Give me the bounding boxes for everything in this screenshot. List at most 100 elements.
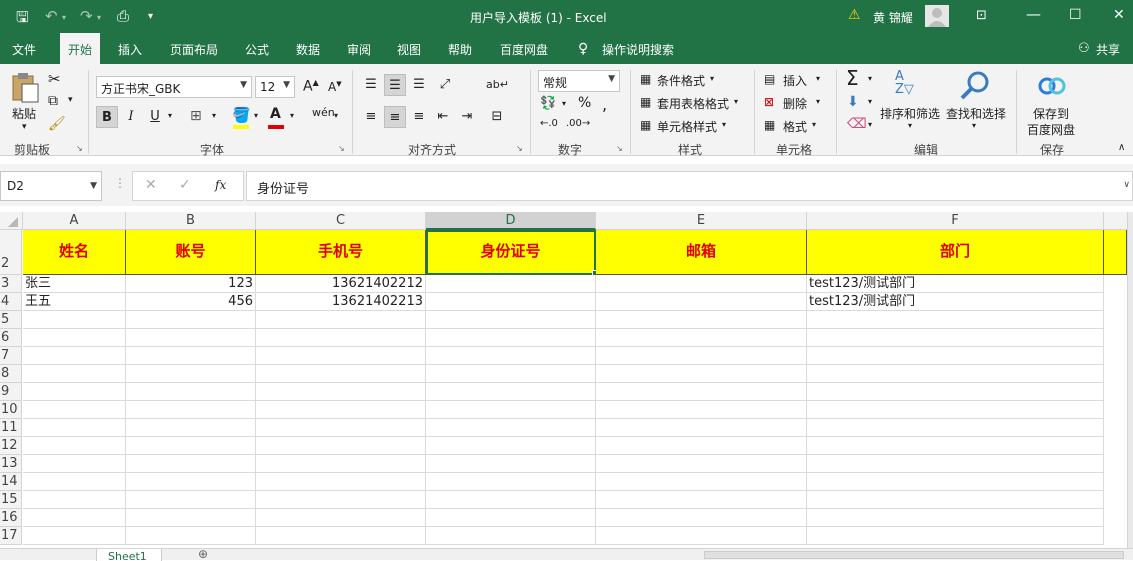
decrease-decimal-icon[interactable]: .00→ bbox=[566, 118, 590, 129]
row-header[interactable]: 16 bbox=[0, 509, 22, 527]
wrap-text-icon[interactable]: ab↵ bbox=[486, 74, 509, 96]
table-cell[interactable] bbox=[256, 365, 426, 383]
font-color-dropdown-icon[interactable]: ▾ bbox=[290, 111, 294, 120]
table-cell[interactable] bbox=[596, 401, 807, 419]
table-cell[interactable] bbox=[596, 527, 807, 545]
table-cell[interactable] bbox=[426, 293, 596, 311]
font-color-icon[interactable]: A bbox=[270, 106, 281, 122]
table-cell[interactable] bbox=[596, 329, 807, 347]
table-cell[interactable] bbox=[126, 419, 256, 437]
row-header[interactable]: 13 bbox=[0, 455, 22, 473]
table-cell[interactable] bbox=[807, 473, 1104, 491]
column-header-a[interactable]: A bbox=[23, 212, 126, 230]
table-cell[interactable] bbox=[596, 419, 807, 437]
accounting-format-icon[interactable]: 💱 bbox=[540, 96, 556, 111]
tab-data[interactable]: 数据 bbox=[296, 41, 320, 58]
name-box[interactable]: D2 ▼ bbox=[0, 171, 102, 201]
row-header[interactable]: 3 bbox=[0, 275, 22, 293]
paste-dropdown-icon[interactable]: ▾ bbox=[22, 122, 27, 132]
number-format-combo[interactable]: 常规 ▼ bbox=[538, 70, 620, 92]
header-cell-dept[interactable]: 部门 bbox=[807, 230, 1104, 275]
bold-button[interactable]: B bbox=[96, 106, 118, 128]
fill-dropdown-icon[interactable]: ▾ bbox=[254, 111, 258, 120]
table-cell[interactable] bbox=[426, 473, 596, 491]
table-cell[interactable] bbox=[596, 347, 807, 365]
align-bottom-icon[interactable]: ☰ bbox=[408, 74, 430, 96]
baidu-cloud-icon[interactable] bbox=[1037, 74, 1067, 98]
table-cell[interactable] bbox=[807, 437, 1104, 455]
row-header[interactable]: 10 bbox=[0, 401, 22, 419]
row-header[interactable]: 9 bbox=[0, 383, 22, 401]
table-cell[interactable] bbox=[256, 437, 426, 455]
save-to-label[interactable]: 保存到 bbox=[1033, 105, 1069, 122]
table-cell[interactable] bbox=[23, 347, 126, 365]
share-button[interactable]: 共享 bbox=[1096, 41, 1120, 58]
table-cell[interactable] bbox=[256, 419, 426, 437]
conditional-format-button[interactable]: 条件格式 bbox=[657, 72, 705, 89]
sort-filter-button[interactable]: 排序和筛选 bbox=[880, 105, 940, 122]
tab-insert[interactable]: 插入 bbox=[118, 41, 142, 58]
table-cell[interactable] bbox=[126, 383, 256, 401]
table-cell[interactable]: 123 bbox=[126, 275, 256, 293]
save-icon[interactable]: 🖫 bbox=[16, 9, 29, 25]
align-middle-icon[interactable]: ☰ bbox=[384, 74, 406, 96]
chevron-down-icon[interactable]: ▾ bbox=[812, 120, 816, 129]
tell-me-search[interactable]: 操作说明搜索 bbox=[602, 41, 674, 58]
decrease-font-icon[interactable]: A▼ bbox=[328, 80, 342, 94]
table-cell[interactable] bbox=[596, 293, 807, 311]
table-cell[interactable] bbox=[807, 383, 1104, 401]
column-header-c[interactable]: C bbox=[256, 212, 426, 230]
tab-help[interactable]: 帮助 bbox=[448, 41, 472, 58]
chevron-down-icon[interactable]: ▾ bbox=[816, 74, 820, 83]
underline-dropdown-icon[interactable]: ▾ bbox=[168, 111, 172, 120]
align-right-icon[interactable]: ≡ bbox=[408, 106, 430, 128]
table-cell[interactable] bbox=[807, 491, 1104, 509]
chevron-down-icon[interactable]: ▾ bbox=[972, 121, 976, 130]
clear-icon[interactable]: ⌫ bbox=[847, 116, 867, 132]
header-cell-name[interactable]: 姓名 bbox=[23, 230, 126, 275]
row-header[interactable]: 15 bbox=[0, 491, 22, 509]
tab-view[interactable]: 视图 bbox=[397, 41, 421, 58]
find-select-button[interactable]: 查找和选择 bbox=[946, 105, 1006, 122]
tab-review[interactable]: 审阅 bbox=[347, 41, 371, 58]
table-cell[interactable]: test123/测试部门 bbox=[807, 275, 1104, 293]
table-cell[interactable] bbox=[596, 491, 807, 509]
column-header-f[interactable]: F bbox=[807, 212, 1104, 230]
row-header[interactable]: 8 bbox=[0, 365, 22, 383]
table-cell[interactable] bbox=[23, 491, 126, 509]
table-cell[interactable] bbox=[807, 329, 1104, 347]
user-name[interactable]: 黄 锦耀 bbox=[873, 9, 913, 26]
table-cell[interactable] bbox=[426, 527, 596, 545]
table-cell[interactable] bbox=[426, 509, 596, 527]
table-cell[interactable] bbox=[256, 455, 426, 473]
table-cell[interactable] bbox=[126, 527, 256, 545]
undo-icon[interactable]: ↶ bbox=[45, 8, 58, 24]
print-preview-icon[interactable]: ⎙ bbox=[117, 8, 129, 24]
table-cell[interactable] bbox=[807, 509, 1104, 527]
row-header[interactable]: 12 bbox=[0, 437, 22, 455]
table-cell[interactable] bbox=[126, 437, 256, 455]
table-cell[interactable] bbox=[426, 383, 596, 401]
add-sheet-icon[interactable]: ⊕ bbox=[198, 548, 208, 560]
table-cell[interactable] bbox=[426, 401, 596, 419]
confirm-icon[interactable]: ✓ bbox=[179, 177, 191, 193]
table-cell[interactable] bbox=[256, 401, 426, 419]
underline-button[interactable]: U bbox=[144, 106, 166, 128]
row-header[interactable]: 7 bbox=[0, 347, 22, 365]
header-cell-phone[interactable]: 手机号 bbox=[256, 230, 426, 275]
insert-function-icon[interactable]: fx bbox=[215, 178, 226, 192]
table-cell[interactable] bbox=[596, 509, 807, 527]
chevron-down-icon[interactable]: ▾ bbox=[710, 74, 714, 83]
font-size-combo[interactable]: 12 ▼ bbox=[255, 76, 295, 98]
delete-cells-button[interactable]: 删除 bbox=[783, 95, 807, 112]
accounting-dropdown-icon[interactable]: ▾ bbox=[562, 99, 566, 108]
table-cell[interactable]: 456 bbox=[126, 293, 256, 311]
table-cell[interactable] bbox=[23, 365, 126, 383]
increase-indent-icon[interactable]: ⇥ bbox=[456, 106, 478, 128]
minimize-icon[interactable]: — bbox=[1026, 6, 1041, 22]
font-name-combo[interactable]: 方正书宋_GBK ▼ bbox=[96, 76, 252, 98]
paste-button[interactable]: 粘贴 bbox=[12, 105, 36, 122]
table-cell[interactable] bbox=[426, 365, 596, 383]
expand-formula-icon[interactable]: ∨ bbox=[1123, 180, 1130, 190]
phonetic-icon[interactable]: wén bbox=[312, 106, 335, 119]
